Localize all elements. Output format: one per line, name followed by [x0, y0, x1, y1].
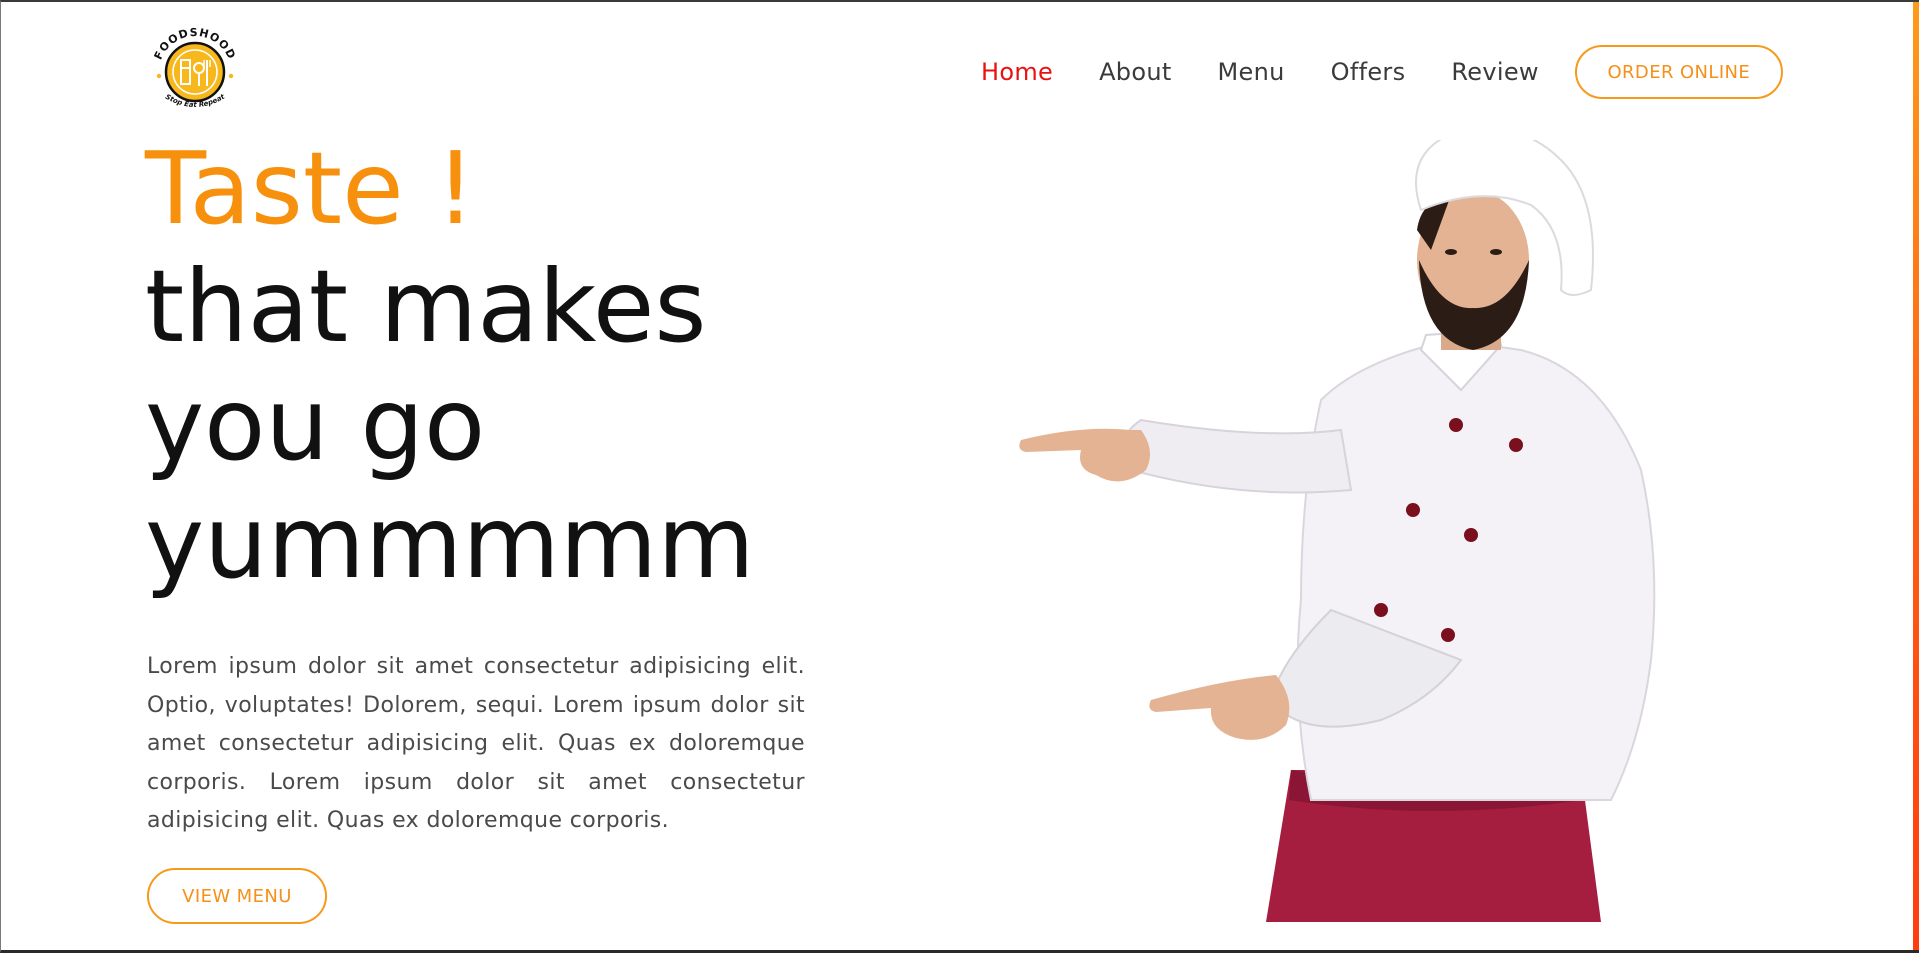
nav-link-menu[interactable]: Menu [1218, 58, 1285, 86]
headline-line-3: yummmmm [145, 484, 755, 601]
hero-description: Lorem ipsum dolor sit amet consectetur a… [147, 654, 805, 833]
nav-link-offers[interactable]: Offers [1331, 58, 1406, 86]
nav-link-about[interactable]: About [1099, 58, 1171, 86]
headline-accent: Taste ! [145, 130, 476, 247]
hero-headline: Taste ! that makes you go yummmmm [145, 130, 825, 602]
nav-link-review[interactable]: Review [1451, 58, 1538, 86]
view-menu-button[interactable]: VIEW MENU [147, 868, 327, 924]
scroll-accent-bar [1913, 2, 1919, 950]
headline-line-1: that makes [145, 248, 707, 365]
chef-pointing-icon [1019, 127, 1656, 922]
logo-icon: FOODSHOOD Stop Eat Repeat [152, 26, 238, 109]
landing-page: FOODSHOOD Stop Eat Repeat Home About Men… [0, 0, 1919, 953]
brand-logo[interactable]: FOODSHOOD Stop Eat Repeat [145, 20, 245, 120]
order-online-button[interactable]: ORDER ONLINE [1574, 45, 1783, 99]
headline-line-2: you go [145, 366, 486, 483]
main-nav: Home About Menu Offers Review ORDER ONLI… [981, 44, 1783, 100]
nav-link-home[interactable]: Home [981, 58, 1053, 86]
chef-image [961, 127, 1781, 922]
